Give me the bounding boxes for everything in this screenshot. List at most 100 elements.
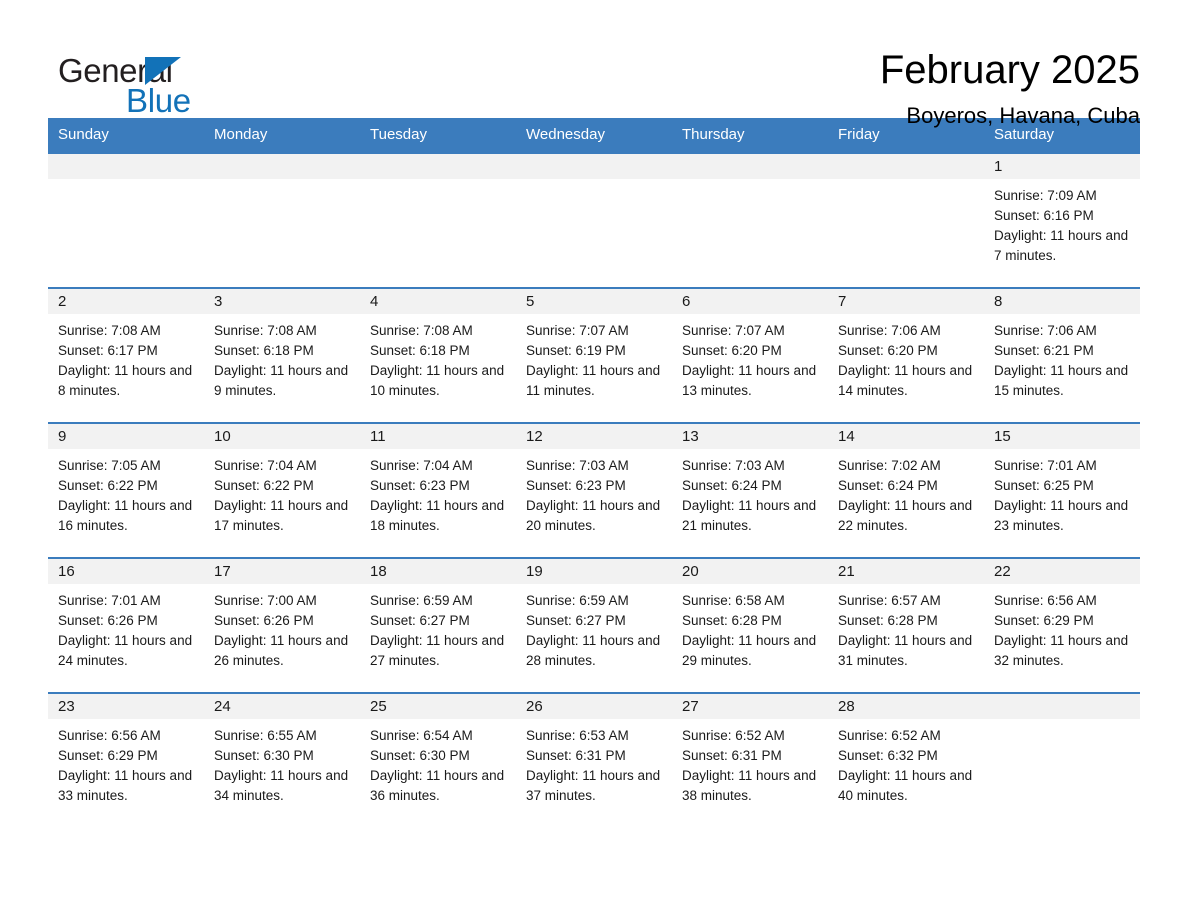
day-details: Sunrise: 6:56 AM Sunset: 6:29 PM Daylight:… xyxy=(984,584,1140,671)
day-number: 14 xyxy=(828,424,984,449)
day-number: 15 xyxy=(984,424,1140,449)
calendar-day-cell-empty xyxy=(48,152,204,288)
calendar-day-cell[interactable]: 9 Sunrise: 7:05 AM Sunset: 6:22 PM Daylight… xyxy=(48,422,204,558)
calendar-week-row: 23 Sunrise: 6:56 AM Sunset: 6:29 PM Dayligh… xyxy=(48,692,1140,828)
sunset-text: Sunset: 6:23 PM xyxy=(526,478,626,493)
sunrise-text: Sunrise: 6:59 AM xyxy=(370,593,473,608)
day-number: 20 xyxy=(672,559,828,584)
day-details: Sunrise: 7:04 AM Sunset: 6:23 PM Daylight:… xyxy=(360,449,516,536)
sunrise-text: Sunrise: 7:06 AM xyxy=(994,323,1097,338)
calendar-day-cell[interactable]: 6 Sunrise: 7:07 AM Sunset: 6:20 PM Daylight… xyxy=(672,287,828,423)
day-details: Sunrise: 6:59 AM Sunset: 6:27 PM Daylight:… xyxy=(360,584,516,671)
daylight-text: Daylight: 11 hours and 8 minutes. xyxy=(58,363,193,398)
calendar-day-cell[interactable]: 4 Sunrise: 7:08 AM Sunset: 6:18 PM Daylight… xyxy=(360,287,516,423)
day-details: Sunrise: 7:03 AM Sunset: 6:24 PM Daylight:… xyxy=(672,449,828,536)
calendar-day-cell[interactable]: 13 Sunrise: 7:03 AM Sunset: 6:24 PM Dayligh… xyxy=(672,422,828,558)
daylight-text: Daylight: 11 hours and 13 minutes. xyxy=(682,363,817,398)
sunrise-text: Sunrise: 7:08 AM xyxy=(58,323,161,338)
day-number: 6 xyxy=(672,289,828,314)
sunrise-text: Sunrise: 7:05 AM xyxy=(58,458,161,473)
calendar-day-cell[interactable]: 11 Sunrise: 7:04 AM Sunset: 6:23 PM Dayligh… xyxy=(360,422,516,558)
sunrise-text: Sunrise: 6:59 AM xyxy=(526,593,629,608)
sunrise-text: Sunrise: 6:55 AM xyxy=(214,728,317,743)
day-number xyxy=(672,154,828,179)
sunrise-text: Sunrise: 6:57 AM xyxy=(838,593,941,608)
calendar-day-cell[interactable]: 7 Sunrise: 7:06 AM Sunset: 6:20 PM Daylight… xyxy=(828,287,984,423)
calendar-day-cell[interactable]: 28 Sunrise: 6:52 AM Sunset: 6:32 PM Dayligh… xyxy=(828,692,984,828)
daylight-text: Daylight: 11 hours and 29 minutes. xyxy=(682,633,817,668)
calendar-day-cell[interactable]: 5 Sunrise: 7:07 AM Sunset: 6:19 PM Daylight… xyxy=(516,287,672,423)
day-number xyxy=(828,154,984,179)
generalblue-logo[interactable]: General Blue xyxy=(48,46,208,117)
calendar-day-cell[interactable]: 10 Sunrise: 7:04 AM Sunset: 6:22 PM Dayligh… xyxy=(204,422,360,558)
day-number: 3 xyxy=(204,289,360,314)
day-details: Sunrise: 6:58 AM Sunset: 6:28 PM Daylight:… xyxy=(672,584,828,671)
calendar-day-cell[interactable]: 19 Sunrise: 6:59 AM Sunset: 6:27 PM Dayligh… xyxy=(516,557,672,693)
calendar-day-cell-empty xyxy=(984,692,1140,828)
day-details: Sunrise: 7:03 AM Sunset: 6:23 PM Daylight:… xyxy=(516,449,672,536)
day-details: Sunrise: 7:04 AM Sunset: 6:22 PM Daylight:… xyxy=(204,449,360,536)
sunset-text: Sunset: 6:20 PM xyxy=(838,343,938,358)
day-number: 8 xyxy=(984,289,1140,314)
sunrise-text: Sunrise: 7:01 AM xyxy=(994,458,1097,473)
calendar-day-cell-empty xyxy=(516,152,672,288)
daylight-text: Daylight: 11 hours and 37 minutes. xyxy=(526,768,661,803)
daylight-text: Daylight: 11 hours and 15 minutes. xyxy=(994,363,1129,398)
sunrise-text: Sunrise: 6:52 AM xyxy=(682,728,785,743)
calendar-day-cell-empty xyxy=(828,152,984,288)
calendar-day-cell[interactable]: 25 Sunrise: 6:54 AM Sunset: 6:30 PM Dayligh… xyxy=(360,692,516,828)
sunrise-text: Sunrise: 6:52 AM xyxy=(838,728,941,743)
sunset-text: Sunset: 6:19 PM xyxy=(526,343,626,358)
sunrise-text: Sunrise: 7:08 AM xyxy=(370,323,473,338)
sunset-text: Sunset: 6:27 PM xyxy=(370,613,470,628)
daylight-text: Daylight: 11 hours and 31 minutes. xyxy=(838,633,973,668)
calendar-day-cell[interactable]: 15 Sunrise: 7:01 AM Sunset: 6:25 PM Dayligh… xyxy=(984,422,1140,558)
calendar-day-cell[interactable]: 18 Sunrise: 6:59 AM Sunset: 6:27 PM Dayligh… xyxy=(360,557,516,693)
calendar-day-cell[interactable]: 2 Sunrise: 7:08 AM Sunset: 6:17 PM Daylight… xyxy=(48,287,204,423)
calendar-day-cell[interactable]: 14 Sunrise: 7:02 AM Sunset: 6:24 PM Dayligh… xyxy=(828,422,984,558)
sunset-text: Sunset: 6:21 PM xyxy=(994,343,1094,358)
calendar-day-cell-empty xyxy=(672,152,828,288)
calendar-day-cell[interactable]: 26 Sunrise: 6:53 AM Sunset: 6:31 PM Dayligh… xyxy=(516,692,672,828)
day-number xyxy=(984,694,1140,719)
calendar-day-cell[interactable]: 3 Sunrise: 7:08 AM Sunset: 6:18 PM Daylight… xyxy=(204,287,360,423)
calendar-day-cell[interactable]: 1 Sunrise: 7:09 AM Sunset: 6:16 PM Daylight… xyxy=(984,152,1140,288)
daylight-text: Daylight: 11 hours and 24 minutes. xyxy=(58,633,193,668)
sunset-text: Sunset: 6:30 PM xyxy=(214,748,314,763)
daylight-text: Daylight: 11 hours and 21 minutes. xyxy=(682,498,817,533)
day-number: 25 xyxy=(360,694,516,719)
weekday-header-monday: Monday xyxy=(204,118,360,153)
calendar-day-cell[interactable]: 22 Sunrise: 6:56 AM Sunset: 6:29 PM Dayligh… xyxy=(984,557,1140,693)
triangle-icon xyxy=(145,57,181,85)
page-header: General Blue February 2025 Boyeros, Hava… xyxy=(48,0,1140,128)
day-details: Sunrise: 7:02 AM Sunset: 6:24 PM Daylight:… xyxy=(828,449,984,536)
daylight-text: Daylight: 11 hours and 11 minutes. xyxy=(526,363,661,398)
calendar-week-row: 9 Sunrise: 7:05 AM Sunset: 6:22 PM Daylight… xyxy=(48,422,1140,558)
day-number xyxy=(204,154,360,179)
daylight-text: Daylight: 11 hours and 33 minutes. xyxy=(58,768,193,803)
day-number: 7 xyxy=(828,289,984,314)
sunrise-text: Sunrise: 7:04 AM xyxy=(214,458,317,473)
sunrise-text: Sunrise: 7:00 AM xyxy=(214,593,317,608)
calendar-day-cell[interactable]: 24 Sunrise: 6:55 AM Sunset: 6:30 PM Dayligh… xyxy=(204,692,360,828)
day-details: Sunrise: 7:00 AM Sunset: 6:26 PM Daylight:… xyxy=(204,584,360,671)
calendar-day-cell[interactable]: 12 Sunrise: 7:03 AM Sunset: 6:23 PM Dayligh… xyxy=(516,422,672,558)
sunrise-text: Sunrise: 7:08 AM xyxy=(214,323,317,338)
calendar-day-cell[interactable]: 23 Sunrise: 6:56 AM Sunset: 6:29 PM Dayligh… xyxy=(48,692,204,828)
calendar-day-cell[interactable]: 20 Sunrise: 6:58 AM Sunset: 6:28 PM Dayligh… xyxy=(672,557,828,693)
day-details: Sunrise: 7:06 AM Sunset: 6:20 PM Daylight:… xyxy=(828,314,984,401)
calendar-day-cell[interactable]: 17 Sunrise: 7:00 AM Sunset: 6:26 PM Dayligh… xyxy=(204,557,360,693)
calendar-day-cell[interactable]: 27 Sunrise: 6:52 AM Sunset: 6:31 PM Dayligh… xyxy=(672,692,828,828)
calendar-week-row: 16 Sunrise: 7:01 AM Sunset: 6:26 PM Dayligh… xyxy=(48,557,1140,693)
sunrise-text: Sunrise: 6:54 AM xyxy=(370,728,473,743)
day-number: 21 xyxy=(828,559,984,584)
day-details: Sunrise: 7:09 AM Sunset: 6:16 PM Daylight:… xyxy=(984,179,1140,266)
calendar-day-cell[interactable]: 16 Sunrise: 7:01 AM Sunset: 6:26 PM Dayligh… xyxy=(48,557,204,693)
daylight-text: Daylight: 11 hours and 38 minutes. xyxy=(682,768,817,803)
calendar-day-cell[interactable]: 21 Sunrise: 6:57 AM Sunset: 6:28 PM Dayligh… xyxy=(828,557,984,693)
sunset-text: Sunset: 6:27 PM xyxy=(526,613,626,628)
sunset-text: Sunset: 6:17 PM xyxy=(58,343,158,358)
day-details: Sunrise: 7:08 AM Sunset: 6:18 PM Daylight:… xyxy=(360,314,516,401)
sunset-text: Sunset: 6:29 PM xyxy=(58,748,158,763)
calendar-day-cell[interactable]: 8 Sunrise: 7:06 AM Sunset: 6:21 PM Daylight… xyxy=(984,287,1140,423)
